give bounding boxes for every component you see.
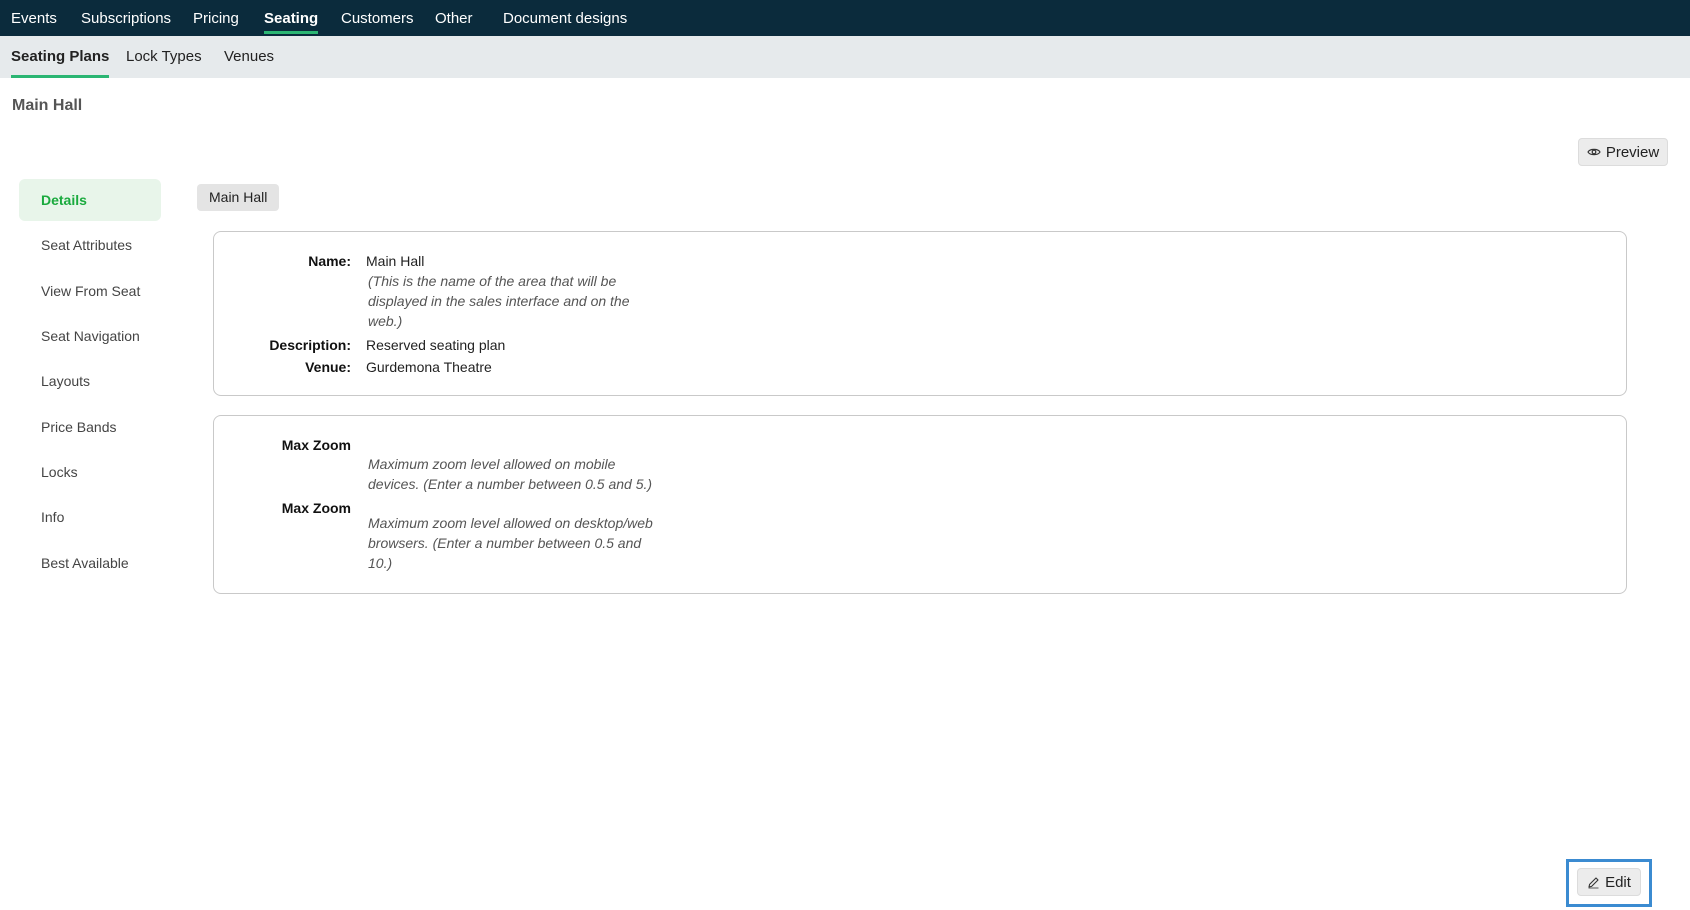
max-zoom-mobile-label: Max Zoom: [281, 437, 351, 453]
edit-button[interactable]: Edit: [1577, 868, 1641, 896]
side-item-seat-attributes[interactable]: Seat Attributes: [19, 224, 161, 266]
side-item-seat-navigation[interactable]: Seat Navigation: [19, 315, 161, 357]
name-hint: (This is the name of the area that will …: [368, 273, 630, 329]
venue-label: Venue:: [305, 359, 351, 375]
max-zoom-desktop-label: Max Zoom: [281, 500, 351, 516]
preview-button[interactable]: Preview: [1578, 138, 1668, 166]
max-zoom-desktop-hint: Maximum zoom level allowed on desktop/we…: [368, 515, 653, 571]
top-navigation: Events Subscriptions Pricing Seating Cus…: [0, 0, 1690, 36]
topnav-events[interactable]: Events: [11, 0, 57, 36]
topnav-other[interactable]: Other: [435, 0, 473, 36]
topnav-seating[interactable]: Seating: [264, 0, 319, 36]
side-item-best-available[interactable]: Best Available: [19, 542, 161, 584]
subnav-seating-plans[interactable]: Seating Plans: [11, 36, 110, 78]
preview-label: Preview: [1605, 143, 1660, 161]
area-chip: Main Hall: [197, 184, 280, 211]
topnav-customers[interactable]: Customers: [341, 0, 414, 36]
side-item-locks[interactable]: Locks: [19, 451, 161, 493]
topnav-document-designs[interactable]: Document designs: [503, 0, 627, 36]
venue-value: Gurdemona Theatre: [366, 359, 492, 375]
side-item-details[interactable]: Details: [19, 179, 161, 221]
description-value: Reserved seating plan: [366, 337, 506, 353]
eye-icon: [1587, 147, 1601, 157]
side-item-view-from-seat[interactable]: View From Seat: [19, 270, 161, 312]
description-label: Description:: [269, 337, 351, 353]
topnav-pricing[interactable]: Pricing: [193, 0, 239, 36]
edit-label: Edit: [1605, 873, 1631, 891]
name-value: Main Hall: [366, 253, 425, 269]
name-label: Name:: [308, 253, 351, 269]
sub-navigation: Seating Plans Lock Types Venues: [0, 36, 1690, 78]
side-item-price-bands[interactable]: Price Bands: [19, 406, 161, 448]
max-zoom-mobile-hint: Maximum zoom level allowed on mobile dev…: [368, 456, 653, 492]
page-title: Main Hall: [12, 97, 83, 114]
pencil-icon: [1587, 876, 1600, 889]
side-item-layouts[interactable]: Layouts: [19, 360, 161, 402]
subnav-lock-types[interactable]: Lock Types: [126, 36, 202, 78]
side-item-info[interactable]: Info: [19, 496, 161, 538]
subnav-venues[interactable]: Venues: [224, 36, 274, 78]
topnav-subscriptions[interactable]: Subscriptions: [81, 0, 171, 36]
